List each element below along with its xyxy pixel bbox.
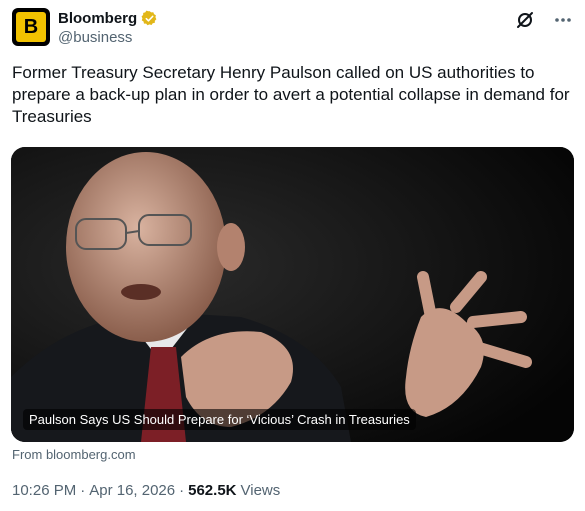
meta-separator: ·: [179, 482, 185, 499]
grok-icon[interactable]: [515, 10, 535, 30]
tweet-text: Former Treasury Secretary Henry Paulson …: [12, 63, 570, 126]
link-card[interactable]: Paulson Says US Should Prepare for ‘Vici…: [11, 147, 574, 442]
avatar-logo: B: [16, 12, 46, 42]
more-icon[interactable]: [553, 10, 573, 30]
card-source[interactable]: From bloomberg.com: [12, 447, 136, 462]
article-photo: [11, 147, 574, 442]
views-count: 562.5K: [188, 482, 237, 499]
author-info: Bloomberg @business: [58, 8, 158, 46]
tweet-date[interactable]: Apr 16, 2026: [89, 482, 175, 499]
tweet-meta: 10:26 PM · Apr 16, 2026 · 562.5K Views: [12, 482, 280, 499]
avatar[interactable]: B: [12, 8, 50, 46]
views-label: Views: [240, 482, 281, 499]
handle[interactable]: @business: [58, 29, 158, 46]
display-name[interactable]: Bloomberg: [58, 10, 137, 27]
card-caption: Paulson Says US Should Prepare for ‘Vici…: [23, 409, 416, 430]
verified-badge-icon: [141, 10, 157, 25]
header-actions: [515, 10, 573, 30]
tweet-time[interactable]: 10:26 PM: [12, 482, 76, 499]
tweet-header: B Bloomberg @business: [12, 8, 573, 50]
name-row: Bloomberg: [58, 8, 158, 28]
meta-separator: ·: [80, 482, 86, 499]
